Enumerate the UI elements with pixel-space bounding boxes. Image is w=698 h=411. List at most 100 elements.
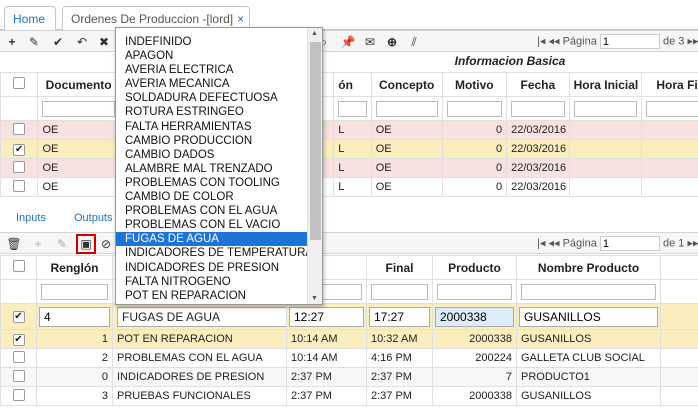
table-row[interactable]: OE L OE 0 22/03/2016 xyxy=(0,120,698,140)
page-input[interactable] xyxy=(599,236,660,251)
table-row[interactable]: 3 PRUEBAS FUNCIONALES 2:37 PM 2:37 PM 20… xyxy=(0,386,698,406)
col-fecha[interactable]: Fecha xyxy=(506,72,570,97)
filter-documento[interactable] xyxy=(42,100,115,117)
first-page-icon[interactable]: |◂ xyxy=(537,238,545,250)
filter-producto[interactable] xyxy=(437,283,512,300)
filter-on[interactable] xyxy=(338,100,367,117)
page-input[interactable] xyxy=(599,34,660,49)
next-page-icon[interactable]: ▸▸ xyxy=(687,36,698,48)
dropdown-option[interactable]: FALTA HERRAMIENTAS xyxy=(116,120,307,134)
edit-row[interactable]: ✔ FUGAS DE AGUA xyxy=(0,303,698,330)
dropdown-option[interactable]: INDICADORES DE PRESION xyxy=(116,261,307,275)
next-page-icon[interactable]: ▸▸ xyxy=(687,238,698,250)
filter-fecha[interactable] xyxy=(511,100,565,117)
add-icon[interactable]: + xyxy=(30,236,46,252)
select-all-checkbox[interactable] xyxy=(12,260,25,272)
col-motivo[interactable]: Motivo xyxy=(441,72,508,97)
first-page-icon[interactable]: |◂ xyxy=(537,36,545,48)
row-checkbox[interactable] xyxy=(13,160,26,173)
prev-page-icon[interactable]: ◂◂ xyxy=(548,238,559,250)
col-producto[interactable]: Producto xyxy=(432,255,517,280)
dropdown-option[interactable]: APAGON xyxy=(116,49,307,63)
check-icon[interactable]: ✔ xyxy=(50,34,66,50)
select-all-checkbox[interactable] xyxy=(13,77,26,89)
dropdown-option[interactable]: PROBLEMAS CON EL VACIO xyxy=(116,218,307,232)
dropdown-option[interactable]: ROTURA ESTRINGEO xyxy=(116,105,307,119)
col-concepto[interactable]: Concepto xyxy=(370,72,443,97)
filter-final[interactable] xyxy=(371,283,428,300)
row-checkbox[interactable]: ✔ xyxy=(12,333,25,346)
resize-icon[interactable]: ⫽ xyxy=(406,34,422,50)
inicial-input[interactable] xyxy=(289,306,364,327)
dropdown-option[interactable]: AVERIA MECANICA xyxy=(116,77,307,91)
edit-icon[interactable]: ✎ xyxy=(26,34,42,50)
row-checkbox[interactable] xyxy=(13,122,26,135)
filter-motivo[interactable] xyxy=(446,100,503,117)
table-row[interactable]: ✔ OE L OE 0 22/03/2016 xyxy=(0,139,698,159)
edit-icon[interactable]: ✎ xyxy=(54,236,70,252)
cancel-icon[interactable]: ⊘ xyxy=(98,236,114,252)
dropdown-option[interactable]: SOLDADURA DEFECTUOSA xyxy=(116,91,307,105)
col-hora-final[interactable]: Hora Final xyxy=(641,72,698,97)
mail-icon[interactable]: ✉ xyxy=(362,34,378,50)
table-row[interactable]: ✔ 1 POT EN REPARACION 10:14 AM 10:32 AM … xyxy=(0,329,698,349)
filter-nombre[interactable] xyxy=(521,283,656,300)
col-renglon[interactable]: Renglón xyxy=(36,255,113,280)
filter-hora-inicial[interactable] xyxy=(573,100,638,117)
dropdown-option[interactable]: POT EN REPARACION xyxy=(116,289,307,303)
dropdown-option[interactable]: CAMBIO DADOS xyxy=(116,148,307,162)
top-pager: |◂ ◂◂ Página de 3 ▸▸ xyxy=(537,34,698,49)
final-input[interactable] xyxy=(369,306,430,327)
row-checkbox[interactable] xyxy=(12,388,25,401)
dropdown-option-selected[interactable]: FUGAS DE AGUA xyxy=(116,232,307,247)
dropdown-option[interactable]: CAMBIO DE COLOR xyxy=(116,190,307,204)
dropdown-option[interactable]: ALAMBRE MAL TRENZADO xyxy=(116,162,307,176)
filter-hora-final[interactable] xyxy=(646,100,698,117)
add-icon[interactable]: + xyxy=(4,34,20,50)
tab-home[interactable]: Home xyxy=(4,6,56,30)
filter-concepto[interactable] xyxy=(375,100,438,117)
table-row[interactable]: OE L OE 0 22/03/2016 xyxy=(0,177,698,197)
col-hora-inicial[interactable]: Hora Inicial xyxy=(568,72,643,97)
dropdown-option[interactable]: PROBLEMAS CON EL AGUA xyxy=(116,204,307,218)
col-final[interactable]: Final xyxy=(366,255,433,280)
scrollbar-thumb[interactable] xyxy=(310,42,321,240)
producto-input[interactable] xyxy=(435,306,514,327)
row-checkbox[interactable]: ✔ xyxy=(12,311,25,323)
table-row[interactable]: 0 INDICADORES DE PRESION 2:37 PM 2:37 PM… xyxy=(0,367,698,387)
scroll-down-icon[interactable]: ▼ xyxy=(311,295,318,302)
dropdown-option[interactable]: INDICADORES DE TEMPERATURA xyxy=(116,246,313,260)
row-checkbox[interactable] xyxy=(12,369,25,382)
dropdown-option[interactable]: INDEFINIDO xyxy=(116,35,307,49)
nombre-input[interactable] xyxy=(519,306,658,327)
close-icon[interactable]: × xyxy=(237,12,244,26)
cancel-icon[interactable]: ✖ xyxy=(96,34,112,50)
row-checkbox[interactable] xyxy=(12,350,25,363)
row-checkbox[interactable]: ✔ xyxy=(13,143,26,156)
undo-icon[interactable]: ↶ xyxy=(74,34,90,50)
dropdown-option[interactable]: FALTA NITROGENO xyxy=(116,275,307,289)
renglon-input[interactable] xyxy=(39,306,110,327)
bottom-toolbar: 🗑 + ✎ ▣ ⊘ |◂ ◂◂ Página de 1 ▸▸ xyxy=(0,232,698,254)
save-icon[interactable]: ▣ xyxy=(76,234,96,254)
motivo-dropdown-list[interactable]: INDEFINIDO APAGON AVERIA ELECTRICA AVERI… xyxy=(115,27,323,305)
pin-icon[interactable]: 📌 xyxy=(340,34,356,50)
col-nombre-producto[interactable]: Nombre Producto xyxy=(516,255,661,280)
col-documento[interactable]: Documento xyxy=(37,72,120,97)
outputs-link[interactable]: Outputs xyxy=(74,212,113,224)
filter-renglon[interactable] xyxy=(41,283,108,300)
row-checkbox[interactable] xyxy=(13,179,26,192)
table-row[interactable]: 2 PROBLEMAS CON EL AGUA 10:14 AM 4:16 PM… xyxy=(0,348,698,368)
table-row[interactable]: OE L OE 0 22/03/2016 xyxy=(0,158,698,178)
dropdown-option[interactable]: CAMBIO PRODUCCION xyxy=(116,134,307,148)
inputs-link[interactable]: Inputs xyxy=(16,212,46,224)
trash-icon[interactable]: 🗑 xyxy=(6,236,22,252)
dropdown-scrollbar[interactable]: ▲ ▼ xyxy=(307,28,322,304)
prev-page-icon[interactable]: ◂◂ xyxy=(548,36,559,48)
add-circle-icon[interactable]: ⊕ xyxy=(384,34,400,50)
col-on[interactable]: ón xyxy=(333,72,372,97)
motivo-select[interactable]: FUGAS DE AGUA xyxy=(117,306,286,327)
scroll-up-icon[interactable]: ▲ xyxy=(311,30,318,37)
dropdown-option[interactable]: PROBLEMAS CON TOOLING xyxy=(116,176,307,190)
dropdown-option[interactable]: AVERIA ELECTRICA xyxy=(116,63,307,77)
